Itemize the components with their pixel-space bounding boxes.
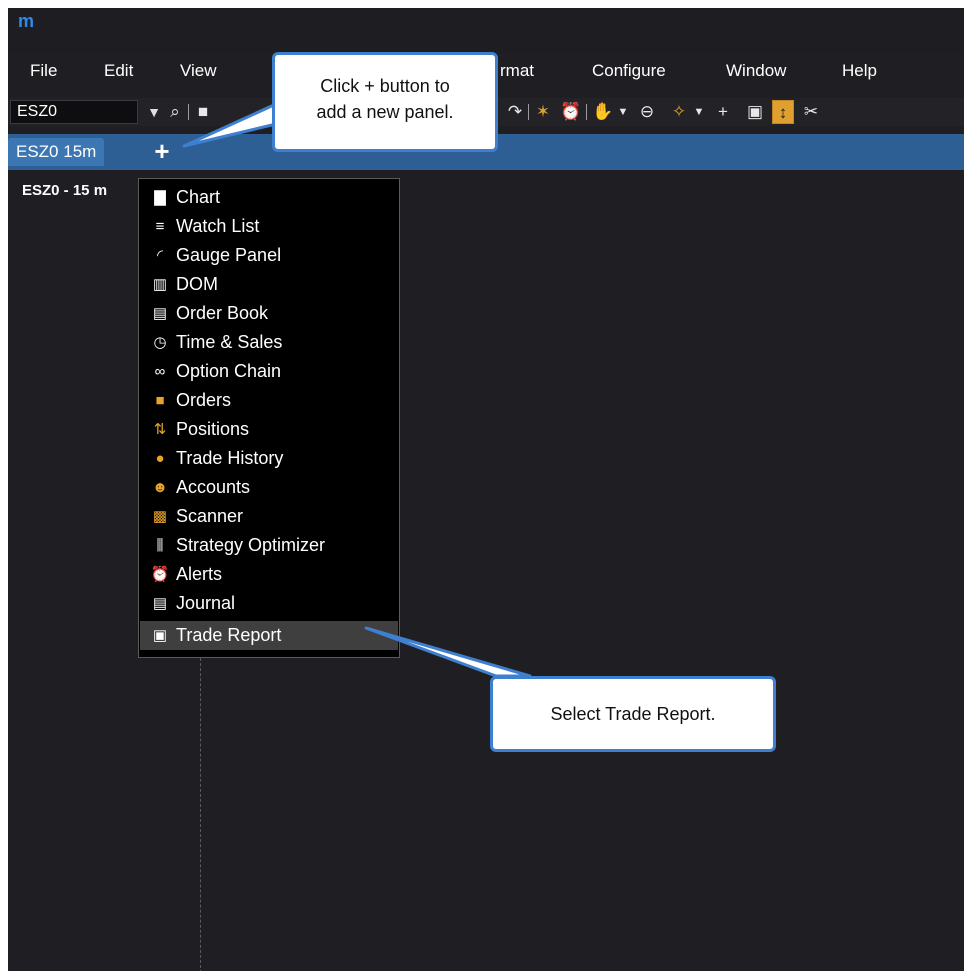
menu-item-trade-history[interactable]: ● Trade History: [140, 444, 398, 473]
hand-icon[interactable]: ✋: [592, 100, 614, 124]
chart-guide-line: [200, 648, 201, 971]
menu-configure[interactable]: Configure: [592, 60, 666, 82]
callout-line-1: Click + button to: [320, 76, 450, 96]
orders-icon: ■: [155, 392, 165, 409]
toolbar-divider: [188, 104, 189, 120]
history-icon: ●: [155, 450, 165, 467]
menu-item-trade-report[interactable]: ▣ Trade Report: [140, 621, 398, 650]
bar-chart-icon: ▇: [154, 189, 166, 206]
image-report-icon: ▣: [152, 627, 168, 644]
chevron-down-icon[interactable]: ▼: [144, 100, 164, 124]
chevron-down-icon[interactable]: ▼: [688, 100, 710, 124]
users-icon: ☻: [152, 479, 168, 496]
menu-item-orders[interactable]: ■ Orders: [140, 386, 398, 415]
zoom-out-icon[interactable]: ⊖: [636, 100, 658, 124]
menu-item-order-book[interactable]: ▤ Order Book: [140, 299, 398, 328]
menu-item-chart[interactable]: ▇ Chart: [140, 183, 398, 212]
list-icon: ≡: [155, 218, 165, 235]
callout-line-2: add a new panel.: [316, 102, 454, 122]
pin-icon[interactable]: ✧: [668, 100, 690, 124]
dom-icon: ▥: [152, 276, 168, 293]
up-down-arrows-icon: ⇅: [153, 421, 167, 438]
draw-tools-icon[interactable]: ✶: [532, 100, 554, 124]
add-panel-button[interactable]: +: [150, 138, 174, 166]
menu-edit[interactable]: Edit: [104, 60, 133, 82]
crosshair-icon[interactable]: +: [712, 100, 734, 124]
document-icon[interactable]: ■: [192, 100, 214, 124]
toolbar-divider: [586, 104, 587, 120]
sliders-icon: ⫼: [156, 537, 164, 554]
book-icon: ▤: [152, 305, 168, 322]
menu-item-journal[interactable]: ▤ Journal: [140, 589, 398, 618]
menu-view[interactable]: View: [180, 60, 217, 82]
menu-format[interactable]: rmat: [500, 60, 534, 82]
alarm-icon[interactable]: ⏰: [560, 100, 582, 124]
title-bar: m: [8, 8, 964, 52]
clock-dollar-icon: ◷: [153, 334, 167, 351]
add-panel-callout: Click + button to add a new panel.: [272, 52, 498, 152]
redo-icon[interactable]: ↷: [504, 100, 526, 124]
lock-icon[interactable]: ▣: [744, 100, 766, 124]
gauge-icon: ◜: [157, 247, 163, 264]
symbol-input[interactable]: ESZ0: [10, 100, 138, 124]
menu-item-positions[interactable]: ⇅ Positions: [140, 415, 398, 444]
tab-esz0-15m[interactable]: ESZ0 15m: [8, 138, 105, 166]
menu-item-gauge-panel[interactable]: ◜ Gauge Panel: [140, 241, 398, 270]
journal-icon: ▤: [152, 595, 168, 612]
menu-item-option-chain[interactable]: ∞ Option Chain: [140, 357, 398, 386]
panel-title: ESZ0 - 15 m: [22, 182, 108, 199]
menu-item-strategy-optimizer[interactable]: ⫼ Strategy Optimizer: [140, 531, 398, 560]
alarm-clock-icon: ⏰: [150, 566, 170, 583]
menu-help[interactable]: Help: [842, 60, 877, 82]
menu-window[interactable]: Window: [726, 60, 786, 82]
scale-icon[interactable]: ↕: [772, 100, 794, 124]
menu-item-alerts[interactable]: ⏰ Alerts: [140, 560, 398, 589]
app-window: m File Edit View rmat Configure Window H…: [8, 8, 964, 971]
search-icon[interactable]: ⌕: [164, 100, 186, 124]
chain-link-icon: ∞: [154, 363, 166, 380]
scanner-icon: ▩: [152, 508, 168, 525]
select-report-callout: Select Trade Report.: [490, 676, 776, 752]
menu-item-dom[interactable]: ▥ DOM: [140, 270, 398, 299]
menu-file[interactable]: File: [30, 60, 57, 82]
menu-item-watch-list[interactable]: ≡ Watch List: [140, 212, 398, 241]
chevron-down-icon[interactable]: ▼: [612, 100, 634, 124]
add-panel-menu: ▇ Chart ≡ Watch List ◜ Gauge Panel ▥ DOM…: [138, 178, 400, 658]
link-icon[interactable]: ✂: [800, 100, 822, 124]
menu-item-scanner[interactable]: ▩ Scanner: [140, 502, 398, 531]
app-logo-icon: m: [18, 11, 35, 31]
menu-item-accounts[interactable]: ☻ Accounts: [140, 473, 398, 502]
menu-item-time-sales[interactable]: ◷ Time & Sales: [140, 328, 398, 357]
toolbar-divider: [528, 104, 529, 120]
